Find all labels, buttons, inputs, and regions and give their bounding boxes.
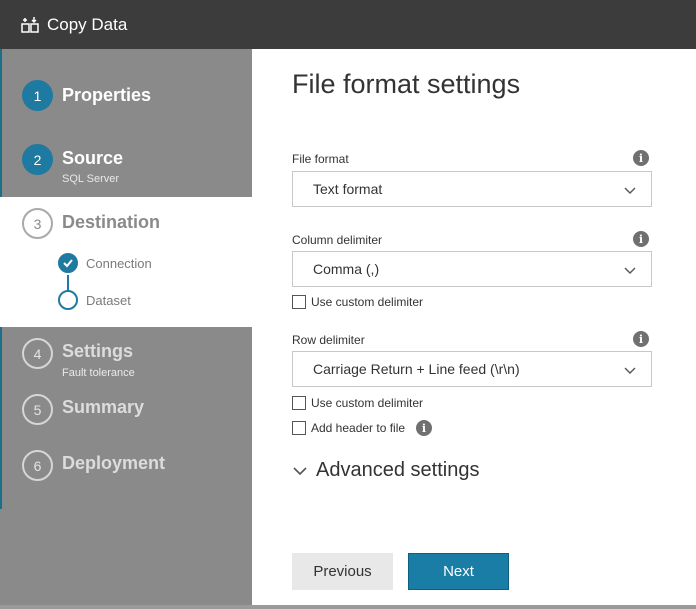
- window-title: Copy Data: [47, 14, 128, 34]
- step-label: Deployment: [62, 453, 166, 473]
- substep-label: Dataset: [86, 292, 131, 308]
- step-label: Properties: [62, 85, 152, 105]
- row-delimiter-select[interactable]: Carriage Return + Line feed (\r\n): [292, 351, 652, 387]
- step-sublabel: Fault tolerance: [62, 367, 135, 379]
- step-sublabel: SQL Server: [62, 173, 120, 185]
- advanced-settings-label: Advanced settings: [316, 459, 480, 481]
- progress-circle-icon: [58, 290, 78, 310]
- checkbox[interactable]: [292, 421, 306, 435]
- checkbox-label: Use custom delimiter: [311, 396, 424, 410]
- row-delimiter-label: Row delimiter: [292, 333, 365, 347]
- substep-dataset[interactable]: Dataset: [58, 290, 131, 310]
- checkbox-label: Use custom delimiter: [311, 295, 424, 309]
- file-format-select[interactable]: Text format: [292, 171, 652, 207]
- row-delimiter-value: Carriage Return + Line feed (\r\n): [313, 361, 520, 377]
- column-delimiter-value: Comma (,): [313, 261, 380, 277]
- file-format-label: File format: [292, 152, 349, 166]
- main-panel: File format settings File format i Text …: [252, 49, 696, 609]
- page-title: File format settings: [292, 69, 521, 99]
- chevron-down-icon: [623, 263, 637, 277]
- file-format-value: Text format: [313, 181, 383, 197]
- info-icon[interactable]: i: [633, 331, 649, 347]
- title-bar: Copy Data: [0, 0, 696, 49]
- info-icon[interactable]: i: [633, 231, 649, 247]
- chevron-down-icon: [292, 463, 308, 479]
- step-number: 1: [22, 80, 53, 111]
- advanced-settings-toggle[interactable]: Advanced settings: [292, 459, 479, 482]
- previous-button[interactable]: Previous: [292, 553, 393, 590]
- step-number: 6: [22, 450, 53, 481]
- copy-data-icon: [21, 16, 39, 34]
- info-icon[interactable]: i: [416, 420, 432, 436]
- step-label: Source: [62, 148, 124, 168]
- column-delimiter-select[interactable]: Comma (,): [292, 251, 652, 287]
- step-number: 3: [22, 208, 53, 239]
- column-custom-delimiter-checkbox[interactable]: Use custom delimiter: [292, 295, 423, 309]
- step-label: Destination: [62, 212, 161, 232]
- bottom-border: [0, 605, 696, 609]
- check-icon: [58, 253, 78, 273]
- checkbox-label: Add header to file: [311, 421, 406, 435]
- step-number: 4: [22, 338, 53, 369]
- info-icon[interactable]: i: [633, 150, 649, 166]
- step-label: Settings: [62, 341, 134, 361]
- chevron-down-icon: [623, 183, 637, 197]
- substep-label: Connection: [86, 255, 152, 271]
- step-number: 2: [22, 144, 53, 175]
- step-label: Summary: [62, 397, 145, 417]
- checkbox[interactable]: [292, 295, 306, 309]
- step-number: 5: [22, 394, 53, 425]
- column-delimiter-label: Column delimiter: [292, 233, 383, 247]
- substep-connection[interactable]: Connection: [58, 253, 152, 273]
- add-header-checkbox[interactable]: Add header to file: [292, 421, 405, 435]
- chevron-down-icon: [623, 363, 637, 377]
- checkbox[interactable]: [292, 396, 306, 410]
- wizard-sidebar: 1 Properties 2 Source SQL Server 3 Desti…: [0, 49, 252, 609]
- row-custom-delimiter-checkbox[interactable]: Use custom delimiter: [292, 396, 423, 410]
- next-button[interactable]: Next: [408, 553, 509, 590]
